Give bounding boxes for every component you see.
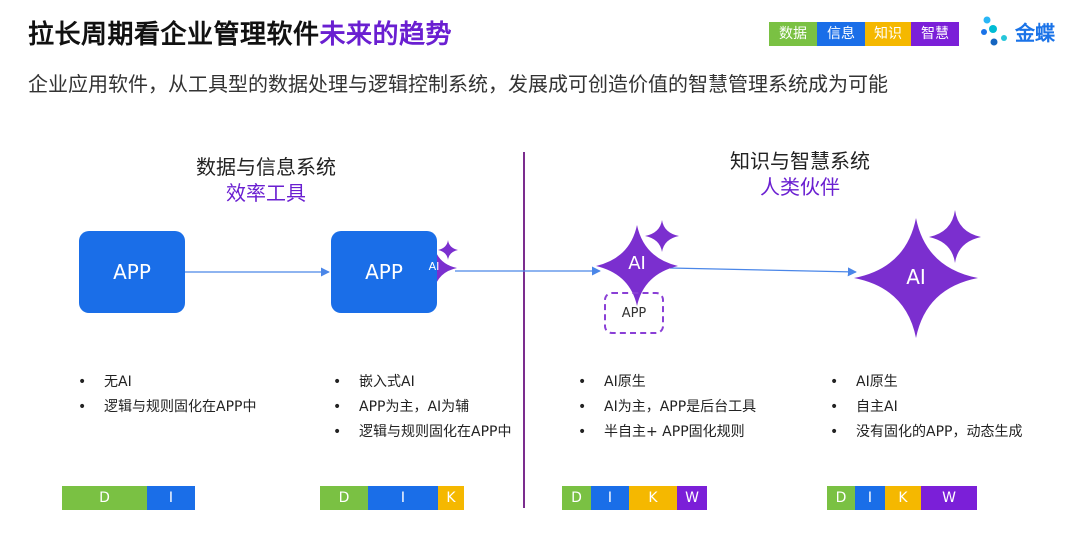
- list-item: 逻辑与规则固化在APP中: [78, 395, 256, 420]
- app-backend-node: APP: [604, 292, 664, 334]
- dikw-segment-d: D: [62, 486, 147, 510]
- app-node-label: APP: [113, 260, 151, 284]
- dikw-segment-k: K: [885, 486, 921, 510]
- list-item: 无AI: [78, 370, 256, 395]
- stage-2-features: 嵌入式AI APP为主，AI为辅 逻辑与规则固化在APP中: [333, 370, 511, 445]
- app-node-stage-1: APP: [79, 231, 185, 313]
- sparkle-star-icon: [645, 220, 679, 252]
- dikw-segment-d: D: [562, 486, 591, 510]
- stage-3-features: AI原生 AI为主，APP是后台工具 半自主+ APP固化规则: [578, 370, 756, 445]
- dikw-segment-d: D: [827, 486, 855, 510]
- list-item: AI原生: [578, 370, 756, 395]
- stage-4-features: AI原生 自主AI 没有固化的APP，动态生成: [830, 370, 1022, 445]
- list-item: 逻辑与规则固化在APP中: [333, 420, 511, 445]
- dikw-bar-stage-3: D I K W: [562, 486, 707, 510]
- list-item: 自主AI: [830, 395, 1022, 420]
- dikw-bar-stage-1: D I: [62, 486, 195, 510]
- list-item: 半自主+ APP固化规则: [578, 420, 756, 445]
- flow-arrow-3: [669, 267, 857, 277]
- dikw-segment-w: W: [921, 486, 977, 510]
- sparkle-star-icon: [929, 210, 981, 263]
- ai-node-label-stage-3: AI: [628, 253, 646, 274]
- sparkle-star-icon: [438, 240, 458, 260]
- list-item: APP为主，AI为辅: [333, 395, 511, 420]
- list-item: AI为主，APP是后台工具: [578, 395, 756, 420]
- dikw-segment-k: K: [438, 486, 464, 510]
- dikw-segment-i: I: [147, 486, 195, 510]
- dikw-segment-i: I: [368, 486, 438, 510]
- dikw-bar-stage-2: D I K: [320, 486, 464, 510]
- dikw-segment-i: I: [591, 486, 629, 510]
- dikw-segment-w: W: [677, 486, 707, 510]
- ai-node-label-stage-4: AI: [906, 265, 926, 289]
- stage-1-features: 无AI 逻辑与规则固化在APP中: [78, 370, 256, 420]
- app-node-label: APP: [365, 260, 403, 284]
- dikw-segment-k: K: [629, 486, 677, 510]
- list-item: 没有固化的APP，动态生成: [830, 420, 1022, 445]
- dikw-bar-stage-4: D I K W: [827, 486, 977, 510]
- list-item: 嵌入式AI: [333, 370, 511, 395]
- list-item: AI原生: [830, 370, 1022, 395]
- ai-badge-label: AI: [428, 260, 440, 273]
- app-backend-label: APP: [621, 305, 647, 321]
- dikw-segment-i: I: [855, 486, 885, 510]
- dikw-segment-d: D: [320, 486, 368, 510]
